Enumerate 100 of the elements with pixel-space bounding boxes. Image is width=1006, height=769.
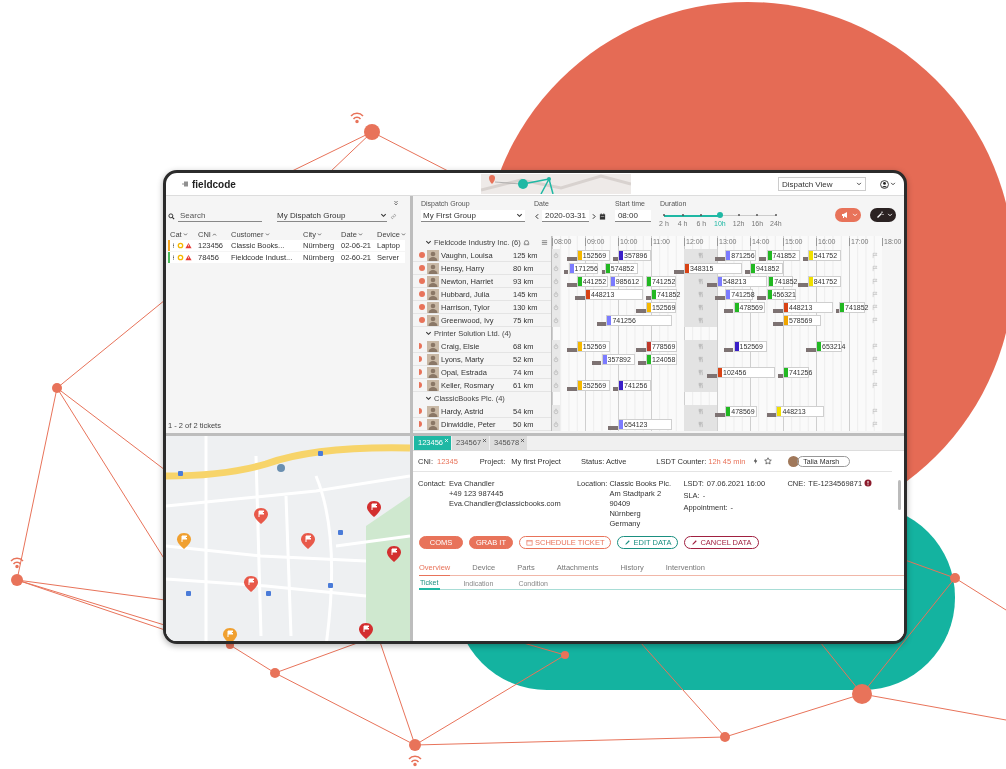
pencil-icon (624, 539, 632, 546)
status-marker (419, 317, 425, 323)
travel-bar (773, 309, 783, 313)
status-marker (419, 421, 422, 427)
search-field[interactable]: Search (178, 210, 262, 222)
avatar-placeholder (427, 288, 439, 300)
fork-icon (697, 278, 704, 285)
status-marker (419, 304, 425, 310)
wifi-icon (10, 557, 24, 569)
previous-icon[interactable] (534, 212, 540, 220)
close-icon[interactable] (520, 438, 526, 443)
car-icon[interactable] (522, 239, 530, 246)
view-select[interactable]: Dispatch View (778, 177, 866, 191)
travel-bar (566, 257, 577, 261)
travel-bar (797, 283, 808, 287)
star-icon[interactable] (764, 457, 773, 465)
kebab-icon[interactable] (171, 242, 176, 249)
next-icon[interactable] (590, 212, 597, 220)
travel-bar (723, 309, 734, 313)
stopwatch-icon (553, 421, 560, 428)
fork-icon (697, 421, 704, 428)
map-drawing[interactable] (166, 436, 410, 641)
status-marker (419, 408, 422, 414)
travel-bar (575, 296, 585, 300)
search-icon (168, 212, 175, 220)
chevron-down-icon[interactable] (425, 330, 432, 337)
travel-bar (637, 361, 647, 365)
duration-slider[interactable] (663, 214, 776, 217)
travel-bar (773, 322, 783, 326)
status-marker (419, 382, 422, 388)
kebab-icon[interactable] (171, 254, 176, 261)
avatar-placeholder (427, 249, 439, 261)
status-marker (419, 278, 425, 284)
travel-bar (566, 348, 577, 352)
status-marker (419, 369, 422, 375)
slider-thumb[interactable] (716, 212, 723, 218)
travel-bar (707, 283, 717, 287)
travel-bar (608, 426, 618, 430)
user-icon[interactable] (880, 179, 889, 189)
travel-bar (778, 374, 783, 378)
megaphone-icon (841, 211, 849, 219)
travel-bar (563, 270, 569, 274)
status-marker (419, 343, 422, 349)
caret-icon (887, 212, 893, 218)
travel-bar (601, 270, 605, 274)
network-node (11, 574, 23, 586)
travel-bar (835, 309, 840, 313)
stopwatch-icon (553, 356, 560, 363)
info-icon[interactable] (864, 479, 873, 487)
status-marker (419, 291, 425, 297)
fork-icon (697, 408, 704, 415)
stopwatch-icon (553, 265, 560, 272)
close-icon[interactable] (482, 438, 488, 443)
avatar-placeholder (427, 418, 439, 430)
travel-bar (715, 413, 726, 417)
travel-bar (758, 257, 767, 261)
stopwatch-icon (553, 291, 560, 298)
tools-button[interactable] (870, 208, 896, 222)
status-marker (419, 265, 425, 271)
wand-icon (876, 211, 884, 219)
dispatch-group-select[interactable]: My First Group (421, 210, 525, 222)
travel-bar (802, 257, 808, 261)
bolt-icon[interactable] (752, 457, 760, 465)
fork-icon (697, 369, 704, 376)
network-node (720, 732, 730, 742)
start-time-field[interactable]: 08:00 (614, 210, 651, 222)
caret-icon (380, 212, 387, 219)
date-field[interactable]: 2020-03-31 (542, 210, 589, 222)
list-icon[interactable] (540, 239, 548, 246)
collapse-icon[interactable] (393, 200, 399, 206)
network-node (950, 573, 960, 583)
logo-bars-icon (182, 180, 190, 188)
fork-icon (697, 317, 704, 324)
status-marker (419, 356, 422, 362)
avatar-placeholder (427, 405, 439, 417)
stopwatch-icon (553, 304, 560, 311)
stopwatch-icon (553, 252, 560, 259)
stopwatch-icon (553, 278, 560, 285)
travel-bar (636, 309, 647, 313)
announce-button[interactable] (835, 208, 861, 222)
caret-icon (516, 212, 523, 219)
chevron-down-icon[interactable] (425, 395, 432, 402)
travel-bar (745, 270, 750, 274)
travel-bar (756, 296, 767, 300)
travel-bar (596, 322, 607, 326)
travel-bar (766, 413, 777, 417)
status-marker (419, 252, 425, 258)
stopwatch-icon (553, 382, 560, 389)
fork-icon (697, 291, 704, 298)
travel-bar (723, 348, 734, 352)
network-node (409, 739, 421, 751)
group-select[interactable]: My Dispatch Group (277, 210, 387, 222)
network-node (270, 668, 280, 678)
travel-bar (646, 296, 651, 300)
calendar-icon[interactable] (598, 212, 606, 220)
chevron-down-icon[interactable] (425, 239, 432, 246)
scrollbar-thumb[interactable] (898, 480, 901, 510)
fork-icon (697, 382, 704, 389)
caret-icon[interactable] (890, 181, 896, 187)
avatar-placeholder (427, 301, 439, 313)
